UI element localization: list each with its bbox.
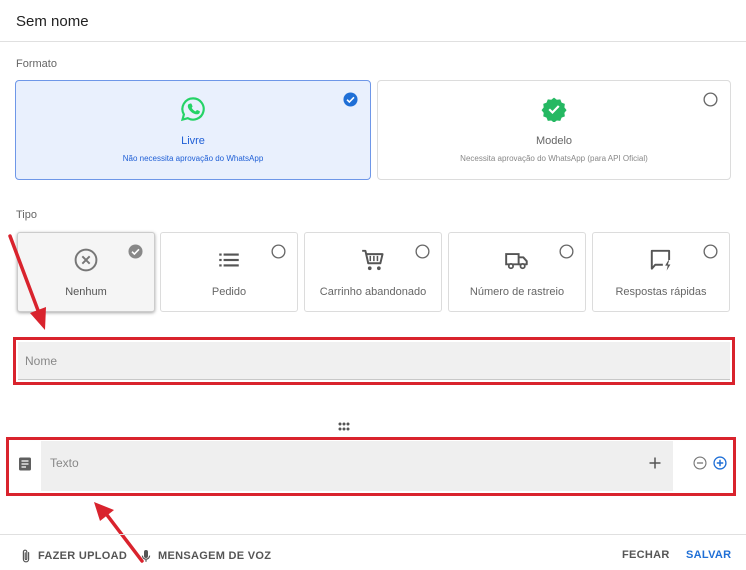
quick-reply-icon <box>650 249 671 271</box>
close-label: FECHAR <box>622 549 670 561</box>
truck-icon <box>505 253 528 270</box>
radio-unchecked-icon <box>703 244 718 259</box>
microphone-icon <box>141 550 151 562</box>
voice-message-button[interactable]: MENSAGEM DE VOZ <box>141 549 271 563</box>
radio-unchecked-icon <box>559 244 574 259</box>
text-document-icon <box>19 457 31 471</box>
radio-unchecked-icon <box>415 244 430 259</box>
formato-label: Formato <box>16 58 57 70</box>
nome-input[interactable] <box>18 342 730 379</box>
tipo-option-name: Número de rastreio <box>469 286 565 298</box>
texto-input[interactable] <box>41 441 631 491</box>
formato-option-description: Não necessita aprovação do WhatsApp <box>122 154 264 163</box>
save-button[interactable]: SALVAR <box>686 549 731 561</box>
tipo-option-name: Pedido <box>211 286 247 298</box>
tipo-option-carrinho[interactable]: Carrinho abandonado <box>304 232 442 312</box>
upload-label: FAZER UPLOAD <box>38 550 128 562</box>
plus-icon[interactable] <box>648 456 662 470</box>
checked-circle-icon <box>128 244 143 259</box>
radio-unchecked-icon <box>271 244 286 259</box>
close-circle-icon <box>74 248 98 272</box>
dialog-footer: FAZER UPLOAD MENSAGEM DE VOZ FECHAR SALV… <box>0 534 746 570</box>
nome-field-wrapper <box>18 342 730 380</box>
cart-icon <box>362 249 384 271</box>
paperclip-icon <box>22 549 30 563</box>
checked-circle-icon <box>343 92 358 107</box>
formato-option-name: Livre <box>181 135 205 147</box>
formato-option-livre[interactable]: Livre Não necessita aprovação do WhatsAp… <box>15 80 371 180</box>
tipo-option-rastreio[interactable]: Número de rastreio <box>448 232 586 312</box>
formato-option-description: Necessita aprovação do WhatsApp (para AP… <box>460 154 648 163</box>
drag-handle-icon[interactable] <box>336 420 352 434</box>
close-button[interactable]: FECHAR <box>622 549 670 561</box>
texto-field-wrapper <box>41 441 673 491</box>
tipo-label: Tipo <box>16 209 37 221</box>
tipo-option-pedido[interactable]: Pedido <box>160 232 298 312</box>
verified-badge-icon <box>541 97 567 122</box>
tipo-option-name: Carrinho abandonado <box>319 286 427 298</box>
tipo-option-respostas[interactable]: Respostas rápidas <box>592 232 730 312</box>
save-label: SALVAR <box>686 549 732 561</box>
formato-option-modelo[interactable]: Modelo Necessita aprovação do WhatsApp (… <box>377 80 731 180</box>
tipo-option-name: Nenhum <box>65 286 107 298</box>
radio-unchecked-icon <box>703 92 718 107</box>
voice-label: MENSAGEM DE VOZ <box>158 550 272 562</box>
whatsapp-icon <box>180 97 205 122</box>
dialog-title: Sem nome <box>16 13 89 30</box>
dialog-header: Sem nome <box>0 0 746 42</box>
remove-block-icon[interactable] <box>693 456 707 470</box>
tipo-option-name: Respostas rápidas <box>615 286 707 298</box>
upload-button[interactable]: FAZER UPLOAD <box>21 549 127 563</box>
add-block-icon[interactable] <box>713 456 727 470</box>
tipo-option-nenhum[interactable]: Nenhum <box>17 232 155 312</box>
formato-option-name: Modelo <box>535 135 573 147</box>
list-icon <box>219 253 239 267</box>
